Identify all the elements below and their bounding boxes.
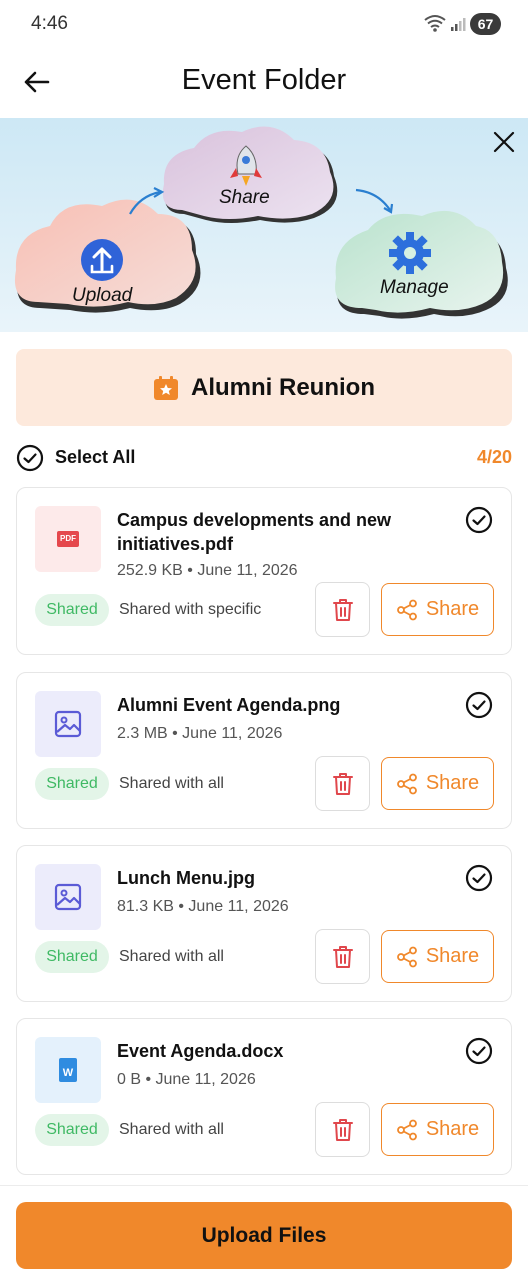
file-name: Event Agenda.docx <box>117 1041 284 1061</box>
trash-icon <box>332 598 353 621</box>
upload-icon <box>81 239 123 281</box>
file-name: Campus developments and new initiatives.… <box>117 510 392 554</box>
share-button[interactable]: Share <box>381 1103 494 1156</box>
image-icon <box>54 883 82 911</box>
file-checkbox[interactable] <box>465 1037 493 1065</box>
upload-files-button[interactable]: Upload Files <box>16 1202 512 1269</box>
image-thumbnail <box>35 691 101 757</box>
file-checkbox[interactable] <box>465 506 493 534</box>
status-badge: Shared <box>35 768 109 800</box>
share-step-label: Share <box>219 187 270 208</box>
selection-count: 4/20 <box>476 447 512 467</box>
share-info: Shared with all <box>119 1121 224 1138</box>
event-title: Alumni Reunion <box>191 373 375 401</box>
manage-step-label: Manage <box>380 277 449 298</box>
share-button-label: Share <box>425 772 480 794</box>
delete-button[interactable] <box>315 1102 370 1157</box>
share-icon <box>396 599 417 620</box>
wifi-icon <box>424 15 446 32</box>
share-button[interactable]: Share <box>381 930 494 983</box>
gear-icon <box>389 232 431 274</box>
image-icon <box>54 710 82 738</box>
status-badge: Shared <box>35 594 109 626</box>
share-button-label: Share <box>425 945 480 967</box>
app-bar: Event Folder <box>0 48 528 118</box>
page-title: Event Folder <box>181 64 347 96</box>
share-info: Shared with all <box>119 948 224 965</box>
delete-button[interactable] <box>315 582 370 637</box>
file-card[interactable]: W Event Agenda.docx 0 B • June 11, 2026 … <box>16 1018 512 1175</box>
signal-icon <box>451 18 466 31</box>
bottom-action-bar: Upload Files <box>0 1185 528 1280</box>
share-icon <box>396 1119 417 1140</box>
status-time: 4:46 <box>31 13 68 34</box>
file-name: Lunch Menu.jpg <box>117 868 255 888</box>
doc-thumbnail: W <box>35 1037 101 1103</box>
status-badge: Shared <box>35 941 109 973</box>
trash-icon <box>332 945 353 968</box>
close-icon[interactable] <box>490 128 518 156</box>
delete-button[interactable] <box>315 929 370 984</box>
file-checkbox[interactable] <box>465 864 493 892</box>
share-button-label: Share <box>425 598 480 620</box>
calendar-star-icon <box>154 375 178 400</box>
share-icon <box>396 773 417 794</box>
file-card[interactable]: Lunch Menu.jpg 81.3 KB • June 11, 2026 S… <box>16 845 512 1002</box>
file-meta: 0 B • June 11, 2026 <box>117 1071 256 1088</box>
delete-button[interactable] <box>315 756 370 811</box>
share-info: Shared with specific <box>119 601 262 618</box>
pdf-icon: PDF <box>57 531 79 547</box>
share-info: Shared with all <box>119 775 224 792</box>
file-meta: 2.3 MB • June 11, 2026 <box>117 725 283 742</box>
file-meta: 81.3 KB • June 11, 2026 <box>117 898 289 915</box>
select-all-row: Select All 4/20 <box>16 443 512 473</box>
share-button-label: Share <box>425 1118 480 1140</box>
event-title-card: Alumni Reunion <box>16 349 512 426</box>
image-thumbnail <box>35 864 101 930</box>
file-card[interactable]: Alumni Event Agenda.png 2.3 MB • June 11… <box>16 672 512 829</box>
trash-icon <box>332 772 353 795</box>
upload-step-label: Upload <box>72 285 133 306</box>
file-card[interactable]: PDF Campus developments and new initiati… <box>16 487 512 655</box>
arrow-icon <box>355 188 391 211</box>
status-badge: Shared <box>35 1114 109 1146</box>
status-bar: 4:46 67 <box>0 0 528 48</box>
file-name: Alumni Event Agenda.png <box>117 695 341 715</box>
trash-icon <box>332 1118 353 1141</box>
onboarding-banner: Upload Share Manage <box>0 118 528 332</box>
word-doc-icon: W <box>59 1058 77 1082</box>
pdf-thumbnail: PDF <box>35 506 101 572</box>
share-button[interactable]: Share <box>381 757 494 810</box>
share-icon <box>396 946 417 967</box>
select-all-checkbox[interactable] <box>16 444 44 472</box>
file-meta: 252.9 KB • June 11, 2026 <box>117 562 298 579</box>
file-checkbox[interactable] <box>465 691 493 719</box>
battery-indicator: 67 <box>470 13 501 35</box>
share-button[interactable]: Share <box>381 583 494 636</box>
select-all-label[interactable]: Select All <box>55 447 135 468</box>
